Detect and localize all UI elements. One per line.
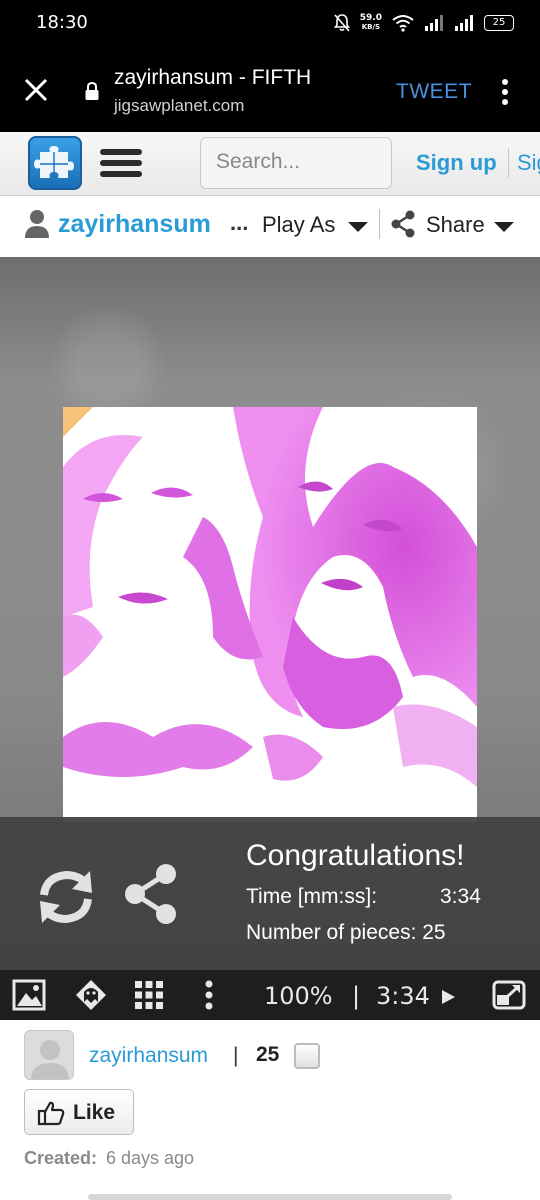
play-icon[interactable] [442, 990, 455, 1004]
share-icon[interactable] [390, 210, 416, 238]
more-options-icon[interactable] [500, 78, 510, 106]
status-time: 18:30 [36, 12, 88, 33]
status-bar: 18:30 59.0 KB/S 25 [0, 0, 540, 48]
page-url[interactable]: jigsawplanet.com [114, 96, 244, 116]
puzzle-piece-icon [34, 146, 74, 178]
signal-icon-2 [455, 15, 473, 31]
more-vertical-icon[interactable] [192, 978, 226, 1012]
network-speed: 59.0 KB/S [359, 13, 382, 32]
user-icon [25, 210, 49, 238]
share-dropdown[interactable]: Share [426, 212, 485, 238]
like-button[interactable]: Like [24, 1089, 134, 1135]
site-header: Search... Sign up Sig [0, 132, 540, 196]
time-label: Time [mm:ss]: [246, 885, 378, 908]
restart-icon[interactable] [34, 865, 98, 929]
created-value: 6 days ago [106, 1148, 195, 1168]
avatar[interactable] [24, 1030, 74, 1080]
completed-puzzle-image [63, 407, 477, 819]
puzzle-toolbar: 100% | 3:34 [0, 970, 540, 1020]
timer: 3:34 [376, 982, 430, 1010]
thumbs-up-icon [37, 1101, 65, 1126]
play-as-dropdown[interactable]: Play As [262, 212, 335, 238]
page-title: zayirhansum - FIFTH [114, 66, 312, 89]
muted-bell-icon [333, 14, 350, 32]
puzzle-canvas[interactable]: Congratulations! Time [mm:ss]: 3:34 Numb… [0, 257, 540, 970]
pieces-count: 25 [256, 1043, 280, 1066]
close-icon[interactable] [22, 76, 50, 104]
signal-icon [425, 15, 443, 31]
fullscreen-icon[interactable] [492, 978, 526, 1012]
author-link[interactable]: zayirhansum [89, 1044, 208, 1068]
chevron-down-icon[interactable] [494, 222, 514, 232]
zoom-level[interactable]: 100% [264, 982, 333, 1010]
battery-indicator: 25 [484, 15, 514, 31]
piece-shape-icon [294, 1043, 320, 1069]
meta-separator: | [233, 1044, 239, 1067]
signin-link[interactable]: Sig [517, 150, 540, 176]
chevron-down-icon[interactable] [348, 222, 368, 232]
jigsawplanet-logo[interactable] [28, 136, 82, 190]
user-name-link[interactable]: zayirhansum [58, 210, 211, 239]
ghost-image-icon[interactable] [74, 978, 108, 1012]
pieces-grid-icon[interactable] [132, 978, 166, 1012]
time-value: 3:34 [440, 885, 481, 908]
tweet-button[interactable]: TWEET [396, 80, 472, 104]
image-preview-icon[interactable] [12, 978, 46, 1012]
puzzle-artwork [63, 407, 477, 819]
created-label: Created: [24, 1148, 98, 1168]
wifi-icon [392, 15, 414, 32]
divider [379, 209, 380, 239]
congratulations-panel: Congratulations! Time [mm:ss]: 3:34 Numb… [0, 817, 540, 970]
user-bar: zayirhansum ... Play As Share [0, 197, 540, 257]
lock-icon [85, 81, 99, 100]
search-input[interactable]: Search... [200, 137, 392, 189]
user-ellipsis: ... [230, 210, 249, 235]
congrats-title: Congratulations! [246, 839, 465, 872]
share-result-icon[interactable] [122, 863, 180, 925]
toolbar-separator: | [352, 982, 361, 1010]
browser-bar: zayirhansum - FIFTH jigsawplanet.com TWE… [0, 48, 540, 132]
header-divider [508, 148, 509, 178]
signup-link[interactable]: Sign up [416, 150, 497, 176]
default-avatar-icon [31, 1040, 69, 1079]
menu-hamburger-icon[interactable] [100, 149, 142, 181]
bottom-tabs-edge [88, 1194, 452, 1200]
status-icons: 59.0 KB/S 25 [333, 10, 514, 36]
like-label: Like [73, 1101, 116, 1124]
pieces-count-label: Number of pieces: 25 [246, 921, 446, 944]
